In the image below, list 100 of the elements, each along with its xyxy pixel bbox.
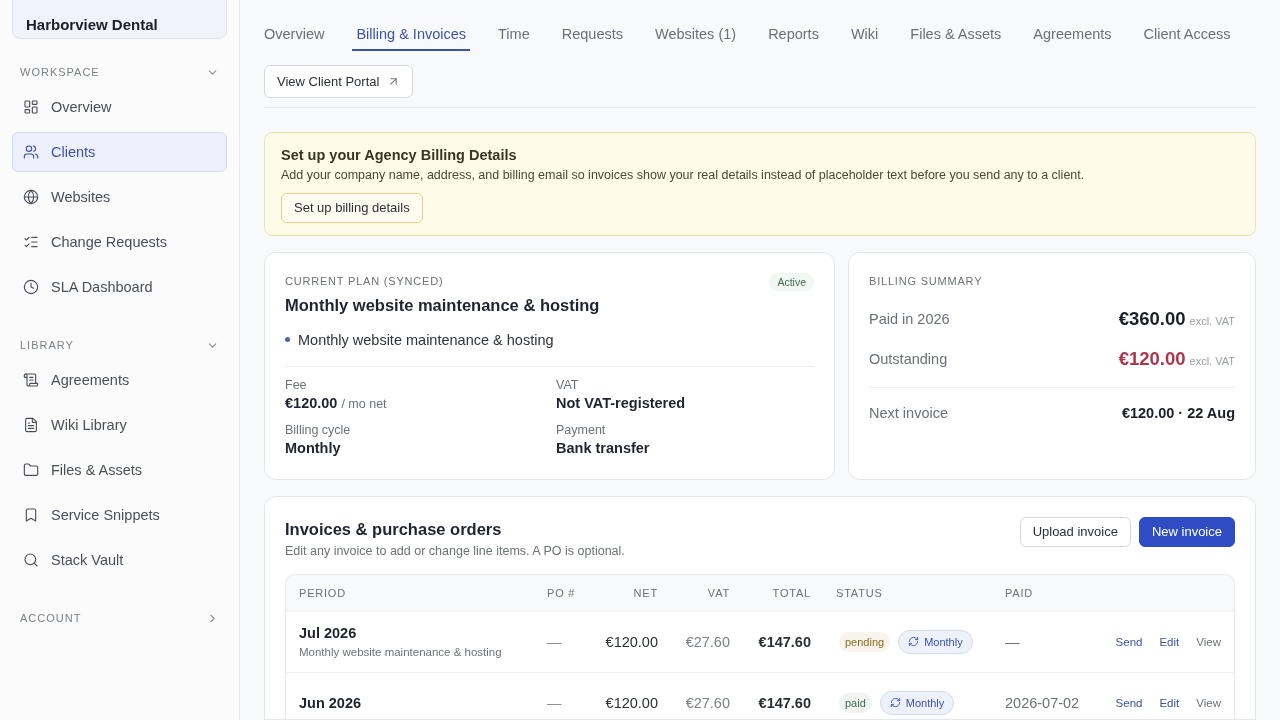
sidebar-item[interactable]: Change Requests (12, 222, 227, 262)
amount-note: excl. VAT (1189, 354, 1235, 367)
tab[interactable]: Requests (557, 0, 627, 51)
row-action-link[interactable]: Send (1115, 696, 1143, 709)
nav-label: Service Snippets (51, 507, 160, 523)
nav-label: Overview (51, 99, 112, 115)
invoices-subtitle: Edit any invoice to add or change line items. A PO is optional. (285, 543, 625, 558)
nav-label: Clients (51, 144, 96, 160)
tab[interactable]: Files & Assets (906, 0, 1006, 51)
net-cell-text: €120.00 (604, 633, 658, 650)
column-header: PERIOD (299, 586, 347, 599)
field-label: Payment (556, 422, 607, 437)
invoices-title: Invoices & purchase orders (285, 519, 503, 539)
banner-text: Add your company name, address, and billing email so invoices show your real details instead of placeholder text before you send any to a client. (281, 167, 1085, 182)
total-cell-text: €147.60 (757, 694, 811, 711)
column-header: TOTAL (771, 586, 811, 599)
tab[interactable]: Agreements (1029, 0, 1116, 51)
nav-icon (23, 552, 39, 568)
column-header: VAT (706, 586, 730, 599)
paid-cell-text: 2026-07-02 (1005, 694, 1081, 711)
period-cell-text: Jul 2026 (299, 625, 358, 642)
nav-icon (23, 144, 39, 160)
status-pill: pending (839, 631, 891, 652)
bullet-dot (285, 337, 290, 343)
nav-icon (23, 99, 39, 115)
nav-icon (23, 417, 39, 433)
row-action-link[interactable]: Edit (1159, 696, 1180, 709)
summary-label: Outstanding (869, 350, 948, 367)
column-header: PAID (1005, 586, 1035, 599)
nav-icon (23, 372, 39, 388)
section-title: ACCOUNT (20, 612, 82, 624)
tab[interactable]: Reports (764, 0, 823, 51)
plan-item: Monthly website maintenance & hosting (298, 331, 554, 348)
amount-note: excl. VAT (1189, 314, 1235, 327)
view-client-portal-button[interactable]: View Client Portal (264, 64, 414, 98)
card-label: BILLING SUMMARY (869, 274, 984, 287)
total-cell-text: €147.60 (757, 633, 811, 650)
sidebar-item[interactable]: Files & Assets (12, 450, 227, 490)
setup-billing-button[interactable]: Set up billing details (281, 192, 423, 223)
row-action-link[interactable]: Edit (1159, 635, 1180, 648)
nav-label: Websites (51, 189, 111, 205)
banner-title: Set up your Agency Billing Details (281, 146, 517, 163)
sidebar-item[interactable]: Clients (12, 132, 227, 172)
sidebar-item[interactable]: Websites (12, 177, 227, 217)
tab[interactable]: Time (494, 0, 534, 51)
tab[interactable]: Overview (260, 0, 329, 51)
vat-cell-text: €27.60 (684, 633, 730, 650)
tab[interactable]: Billing & Invoices (352, 0, 471, 51)
sidebar-item[interactable]: Stack Vault (12, 540, 227, 580)
nav-icon (23, 234, 39, 250)
tab[interactable]: Client Access (1139, 0, 1235, 51)
column-header: PO # (547, 586, 577, 599)
sidebar-item[interactable]: SLA Dashboard (12, 267, 227, 307)
field-label: Billing cycle (285, 422, 352, 437)
card-label: CURRENT PLAN (SYNCED) (285, 274, 444, 287)
refresh-icon (889, 697, 901, 709)
po-cell-text: — (547, 694, 563, 711)
nav-icon (23, 462, 39, 478)
client-name[interactable]: Harborview Dental (12, 0, 227, 39)
summary-amount: €360.00 (1118, 307, 1186, 329)
plan-title: Monthly website maintenance & hosting (285, 295, 601, 315)
net-cell-text: €120.00 (604, 694, 658, 711)
sidebar-item[interactable]: Agreements (12, 360, 227, 400)
sidebar-item[interactable]: Overview (12, 87, 227, 127)
paid-cell-text: — (1005, 633, 1021, 650)
nav-label: Change Requests (51, 234, 168, 250)
summary-label: Next invoice (869, 404, 948, 421)
tab[interactable]: Wiki (846, 0, 883, 51)
column-header: NET (632, 586, 658, 599)
column-header: STATUS (835, 586, 884, 599)
nav-icon (23, 189, 39, 205)
refresh-icon (908, 636, 920, 648)
nav-label: Wiki Library (51, 417, 127, 433)
field-suffix: / mo net (341, 396, 387, 411)
nav-icon (23, 507, 39, 523)
row-action-link[interactable]: View (1196, 696, 1221, 709)
section-title: LIBRARY (20, 339, 74, 351)
nav-label: SLA Dashboard (51, 279, 153, 295)
nav-icon (23, 279, 39, 295)
status-badge: Active (769, 272, 814, 291)
vat-cell-text: €27.60 (684, 694, 730, 711)
field-value: Monthly (285, 439, 341, 456)
tab[interactable]: Websites (1) (651, 0, 741, 51)
field-label: Fee (285, 377, 308, 392)
summary-label: Paid in 2026 (869, 310, 950, 327)
new-invoice-button[interactable]: New invoice (1138, 516, 1235, 547)
sidebar-item[interactable]: Service Snippets (12, 495, 227, 535)
nav-label: Agreements (51, 372, 130, 388)
period-description: Monthly website maintenance & hosting (299, 646, 503, 659)
upload-invoice-button[interactable]: Upload invoice (1019, 516, 1131, 547)
field-label: VAT (556, 377, 580, 392)
row-action-link[interactable]: View (1196, 635, 1221, 648)
status-pill: paid (839, 692, 872, 713)
sidebar-item[interactable]: Wiki Library (12, 405, 227, 445)
summary-amount: €120.00 (1118, 347, 1186, 369)
nav-label: Stack Vault (51, 552, 124, 568)
po-cell-text: — (547, 633, 563, 650)
nav-label: Files & Assets (51, 462, 143, 478)
row-action-link[interactable]: Send (1115, 635, 1143, 648)
recurrence-pill: Monthly (898, 629, 973, 654)
